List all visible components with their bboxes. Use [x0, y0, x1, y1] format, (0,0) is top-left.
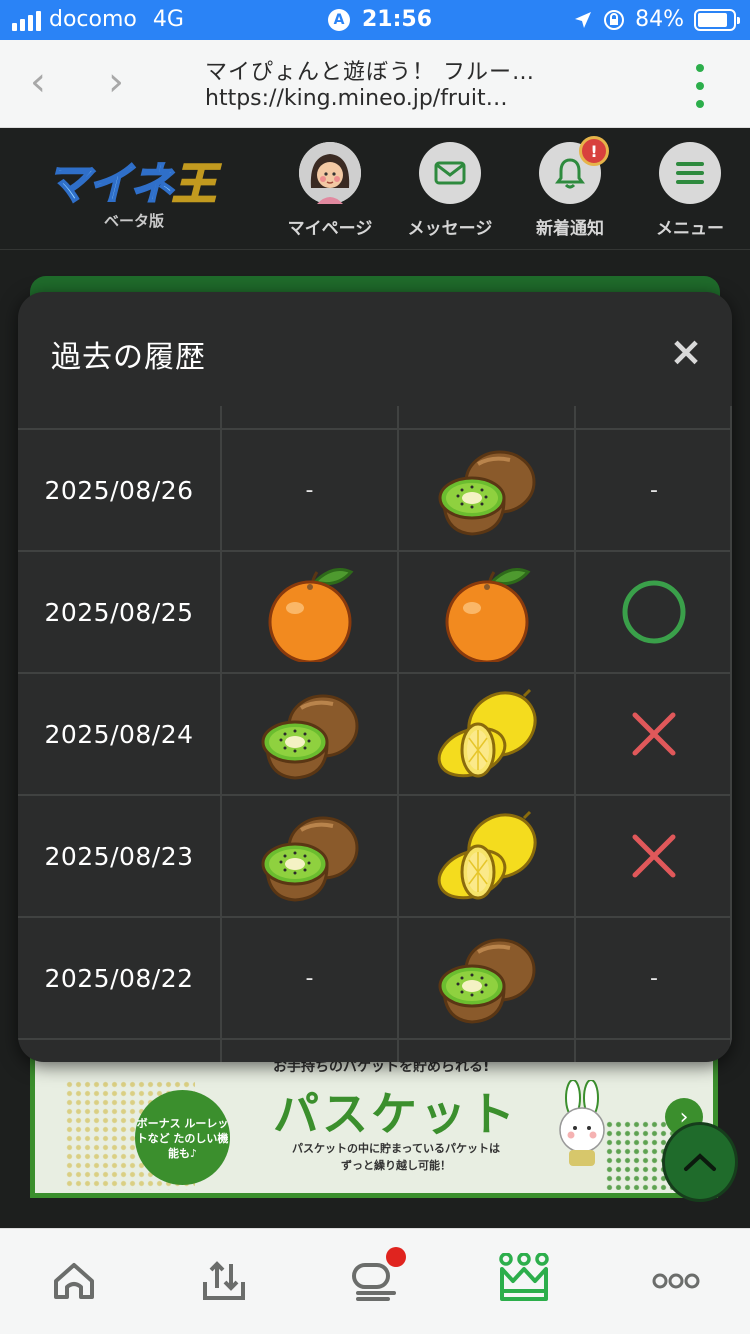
- mark-dash: -: [576, 918, 732, 1038]
- orange-icon: [399, 552, 574, 672]
- location-a-icon: A: [328, 8, 350, 31]
- close-icon[interactable]: ×: [666, 332, 706, 374]
- nav-notifications-label: 新着通知: [536, 219, 604, 239]
- history-row: 2025/08/24: [18, 672, 732, 794]
- kiwi-icon: [222, 674, 397, 794]
- transfer-icon: [203, 1261, 245, 1300]
- pick-empty: -: [305, 965, 314, 991]
- carrier-label: docomo: [49, 7, 137, 32]
- clock: 21:56: [362, 7, 433, 32]
- history-row: 2025/08/26 - -: [18, 428, 732, 550]
- page-title[interactable]: マイぴょんと遊ぼう！ フルー…: [205, 54, 535, 86]
- mark-dash: -: [576, 430, 732, 550]
- pick-dash: -: [222, 430, 397, 550]
- lemon-icon: [399, 674, 574, 794]
- nav-mypage-label: マイページ: [287, 219, 373, 239]
- tab-more[interactable]: [646, 1251, 706, 1311]
- forward-icon[interactable]: ›: [108, 62, 124, 102]
- table-row-partial: [18, 1038, 732, 1062]
- nav-message[interactable]: メッセージ: [400, 142, 500, 239]
- scroll-to-top-button[interactable]: [662, 1122, 738, 1202]
- unread-dot: [386, 1247, 406, 1267]
- pasket-banner[interactable]: お手持ちのパケットを貯められる! ボーナス ルーレットなど たのしい機能も♪ パ…: [30, 1050, 718, 1198]
- mail-icon: [419, 142, 481, 204]
- tab-transfer[interactable]: [194, 1251, 254, 1311]
- history-row: 2025/08/22 - -: [18, 916, 732, 1038]
- network-label: 4G: [152, 7, 184, 32]
- chevron-up-icon: [684, 1153, 716, 1171]
- kiwi-icon: [399, 430, 574, 550]
- bottom-tab-bar: [0, 1228, 750, 1334]
- mark-empty: -: [650, 965, 658, 991]
- url-field[interactable]: https://king.mineo.jp/fruit…: [205, 86, 508, 111]
- banner-circle-text: ボーナス ルーレットなど たのしい機能も♪: [135, 1090, 230, 1185]
- banner-title: パスケット: [273, 1087, 518, 1141]
- nav-message-label: メッセージ: [407, 219, 493, 239]
- row-date: 2025/08/25: [44, 597, 194, 627]
- bunny-mascot-icon: [559, 1080, 605, 1166]
- notification-badge: !: [579, 136, 609, 166]
- rotation-lock-icon: [604, 9, 625, 30]
- history-table[interactable]: 2025/08/26 - - 2025/08/25 2025/08/24 2025/08/…: [18, 406, 732, 1062]
- home-icon: [54, 1263, 94, 1299]
- modal-title: 過去の履歴: [51, 340, 206, 375]
- kiwi-icon: [222, 796, 397, 916]
- browser-toolbar: ‹ › マイぴょんと遊ぼう！ フルー… https://king.mineo.j…: [0, 40, 750, 128]
- row-date: 2025/08/23: [44, 841, 194, 871]
- battery-icon: [694, 8, 740, 31]
- more-dots-icon: [652, 1273, 700, 1289]
- logo[interactable]: マイネ王 ベータ版: [45, 148, 222, 233]
- more-options-icon[interactable]: [690, 64, 710, 108]
- bell-icon: !: [539, 136, 609, 204]
- tab-community[interactable]: [344, 1247, 406, 1311]
- signal-icon: [12, 9, 41, 31]
- status-bar: docomo 4G A 21:56 84%: [0, 0, 750, 40]
- nav-menu[interactable]: メニュー: [640, 142, 740, 239]
- tab-home[interactable]: [44, 1251, 104, 1311]
- nav-menu-label: メニュー: [656, 219, 724, 239]
- crown-icon: [499, 1253, 549, 1301]
- battery-percent: 84%: [635, 7, 684, 32]
- nav-mypage[interactable]: マイページ: [280, 142, 380, 239]
- orange-icon: [222, 552, 397, 672]
- row-date: 2025/08/24: [44, 719, 194, 749]
- table-row-partial: [18, 406, 732, 428]
- lemon-icon: [399, 796, 574, 916]
- nav-notifications[interactable]: ! 新着通知: [520, 136, 620, 239]
- avatar-icon: [299, 142, 361, 204]
- incorrect-cross-icon: [576, 796, 732, 916]
- mark-empty: -: [650, 477, 658, 503]
- location-arrow-icon: [575, 11, 592, 28]
- history-modal: 過去の履歴 × 2025/08/26 - - 2025/08/25 2025/08/24…: [18, 292, 732, 1062]
- tab-king[interactable]: [494, 1251, 554, 1311]
- correct-circle-icon: [576, 552, 732, 672]
- history-row: 2025/08/25: [18, 550, 732, 672]
- site-header: マイネ王 ベータ版 マイページ メッセージ ! 新着通知 メニュー: [0, 128, 750, 250]
- banner-subtitle: パスケットの中に貯まっているパケットは ずっと繰り越し可能！: [291, 1142, 500, 1172]
- kiwi-icon: [399, 918, 574, 1038]
- row-date: 2025/08/26: [44, 475, 194, 505]
- back-icon[interactable]: ‹: [30, 62, 46, 102]
- pick-empty: -: [305, 477, 314, 503]
- incorrect-cross-icon: [576, 674, 732, 794]
- pick-dash: -: [222, 918, 397, 1038]
- history-row: 2025/08/23: [18, 794, 732, 916]
- logo-subtitle: ベータ版: [104, 212, 165, 230]
- menu-icon: [659, 142, 721, 204]
- row-date: 2025/08/22: [44, 963, 194, 993]
